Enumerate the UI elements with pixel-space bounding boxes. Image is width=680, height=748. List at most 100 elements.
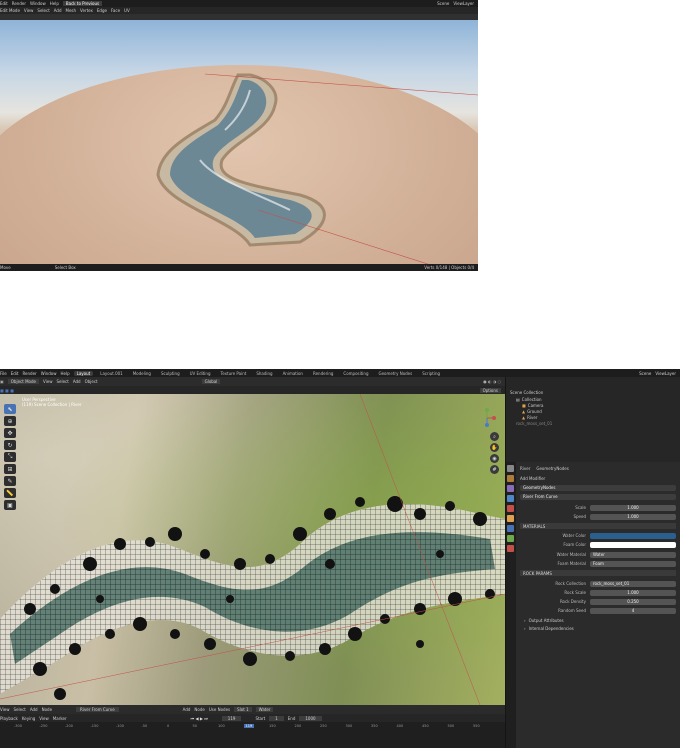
menu-help[interactable]: Help xyxy=(50,1,59,6)
speed-field[interactable]: 1.000 xyxy=(590,513,676,520)
output-tab-icon[interactable] xyxy=(507,485,514,492)
slot-dropdown[interactable]: Slot 1 xyxy=(234,707,252,712)
outliner-item-rockset[interactable]: rock_moss_set_01 xyxy=(516,420,552,426)
hdr-edge[interactable]: Edge xyxy=(97,8,107,13)
playback-controls-icon[interactable]: ⏮ ◀ ▶ ⏭ xyxy=(191,716,208,721)
tab-layout-001[interactable]: Layout.001 xyxy=(97,371,126,376)
hdr-add[interactable]: Add xyxy=(54,8,62,13)
rock-collection-field[interactable]: rock_moss_set_01 xyxy=(590,580,676,587)
add-modifier-button[interactable]: Add Modifier xyxy=(520,475,545,481)
hdr-view[interactable]: View xyxy=(43,379,53,384)
mode-dropdown[interactable]: Object Mode xyxy=(7,379,39,384)
shading-icons[interactable]: ● ◐ ◑ ○ xyxy=(483,379,501,384)
select-tool-icon[interactable]: ⬉ xyxy=(4,404,16,414)
outliner-scene-collection[interactable]: Scene Collection xyxy=(510,389,543,395)
material-tab-icon[interactable] xyxy=(507,545,514,552)
menu-file[interactable]: File xyxy=(0,371,7,376)
viewlayer-selector[interactable]: ViewLayer xyxy=(655,371,676,376)
viewlayer-selector[interactable]: ViewLayer xyxy=(453,1,474,6)
node-node[interactable]: Node xyxy=(42,707,52,712)
water-material-field[interactable]: Water xyxy=(590,551,676,558)
workspace-back-button[interactable]: Back to Previous xyxy=(62,1,103,6)
select-mode-icons[interactable]: ■ ■ ■ xyxy=(0,388,14,393)
node-group-field[interactable]: River From Curve xyxy=(520,493,676,500)
hdr-add[interactable]: Add xyxy=(73,379,81,384)
rock-density-field[interactable]: 0.250 xyxy=(590,598,676,605)
measure-tool-icon[interactable]: 📏 xyxy=(4,488,16,498)
menu-window[interactable]: Window xyxy=(41,371,57,376)
annotate-tool-icon[interactable]: ✎ xyxy=(4,476,16,486)
viewport-render[interactable] xyxy=(0,20,478,264)
move-tool-icon[interactable]: ✥ xyxy=(4,428,16,438)
water-color-swatch[interactable] xyxy=(590,532,676,539)
menu-window[interactable]: Window xyxy=(30,1,46,6)
scene-tab-icon[interactable] xyxy=(507,495,514,502)
tab-uv-editing[interactable]: UV Editing xyxy=(187,371,214,376)
use-nodes-checkbox[interactable]: Use Nodes xyxy=(209,707,230,712)
hdr-select[interactable]: Select xyxy=(56,379,68,384)
camera-icon[interactable]: ◉ xyxy=(490,454,499,463)
object-tab-icon[interactable] xyxy=(507,515,514,522)
transform-tool-icon[interactable]: ⊞ xyxy=(4,464,16,474)
foam-material-field[interactable]: Foam xyxy=(590,560,676,567)
mode-dropdown[interactable]: Edit Mode xyxy=(0,8,20,13)
menu-edit[interactable]: Edit xyxy=(11,371,19,376)
start-frame[interactable]: 1 xyxy=(269,715,284,721)
menu-help[interactable]: Help xyxy=(60,371,69,376)
tab-scripting[interactable]: Scripting xyxy=(419,371,443,376)
rock-params-header[interactable]: ROCK PARAMS xyxy=(520,570,676,576)
physics-tab-icon[interactable] xyxy=(507,535,514,542)
tab-compositing[interactable]: Compositing xyxy=(340,371,371,376)
hdr-view[interactable]: View xyxy=(24,8,34,13)
render-tab-icon[interactable] xyxy=(507,475,514,482)
hdr-uv[interactable]: UV xyxy=(124,8,130,13)
tl-view[interactable]: View xyxy=(39,716,49,721)
timeline-ruler[interactable]: -300 -250 -200 -150 -100 -50 0 50 100 119 150 200 25… xyxy=(0,722,505,748)
tab-geometry-nodes[interactable]: Geometry Nodes xyxy=(375,371,415,376)
world-tab-icon[interactable] xyxy=(507,505,514,512)
cursor-tool-icon[interactable]: ⊕ xyxy=(4,416,16,426)
hdr-face[interactable]: Face xyxy=(111,8,120,13)
hdr-vertex[interactable]: Vertex xyxy=(80,8,93,13)
node-right-add[interactable]: Add xyxy=(183,707,191,712)
output-attributes-panel[interactable]: › Output Attributes xyxy=(524,617,564,623)
hdr-object[interactable]: Object xyxy=(85,379,98,384)
add-cube-tool-icon[interactable]: ▣ xyxy=(4,500,16,510)
node-group-field[interactable]: River From Curve xyxy=(76,707,119,712)
tab-shading[interactable]: Shading xyxy=(253,371,275,376)
grid-icon[interactable]: # xyxy=(490,465,499,474)
node-select[interactable]: Select xyxy=(14,707,26,712)
end-frame[interactable]: 1000 xyxy=(299,715,322,721)
tab-sculpting[interactable]: Sculpting xyxy=(158,371,183,376)
editor-type-icon[interactable]: ▣ xyxy=(0,379,4,384)
tab-layout[interactable]: Layout xyxy=(73,370,94,376)
current-frame[interactable]: 119 xyxy=(221,715,242,721)
random-seed-field[interactable]: 4 xyxy=(590,607,676,614)
zoom-icon[interactable]: ⌕ xyxy=(490,432,499,441)
transform-orientation[interactable]: Global xyxy=(201,379,221,384)
node-right-node[interactable]: Node xyxy=(194,707,204,712)
tool-tab-icon[interactable] xyxy=(507,465,514,472)
node-view[interactable]: View xyxy=(0,707,10,712)
tl-playback[interactable]: Playback xyxy=(0,716,18,721)
tab-animation[interactable]: Animation xyxy=(280,371,306,376)
scene-selector[interactable]: Scene xyxy=(437,1,449,6)
materials-header[interactable]: MATERIALS xyxy=(520,523,676,529)
tl-marker[interactable]: Marker xyxy=(53,716,67,721)
hdr-select[interactable]: Select xyxy=(37,8,49,13)
tab-texture-paint[interactable]: Texture Paint xyxy=(218,371,250,376)
pan-hand-icon[interactable]: ✋ xyxy=(490,443,499,452)
tl-keying[interactable]: Keying xyxy=(22,716,35,721)
node-add[interactable]: Add xyxy=(30,707,38,712)
scene-selector[interactable]: Scene xyxy=(639,371,651,376)
menu-edit[interactable]: Edit xyxy=(0,1,8,6)
axis-gizmo-icon[interactable] xyxy=(477,408,497,428)
scale-field[interactable]: 1.000 xyxy=(590,504,676,511)
rotate-tool-icon[interactable]: ↻ xyxy=(4,440,16,450)
scale-tool-icon[interactable]: ⤡ xyxy=(4,452,16,462)
menu-render[interactable]: Render xyxy=(22,371,36,376)
tab-rendering[interactable]: Rendering xyxy=(310,371,336,376)
rock-scale-field[interactable]: 1.000 xyxy=(590,589,676,596)
internal-deps-panel[interactable]: › Internal Dependencies xyxy=(524,625,574,631)
options-dropdown[interactable]: Options xyxy=(479,387,501,393)
